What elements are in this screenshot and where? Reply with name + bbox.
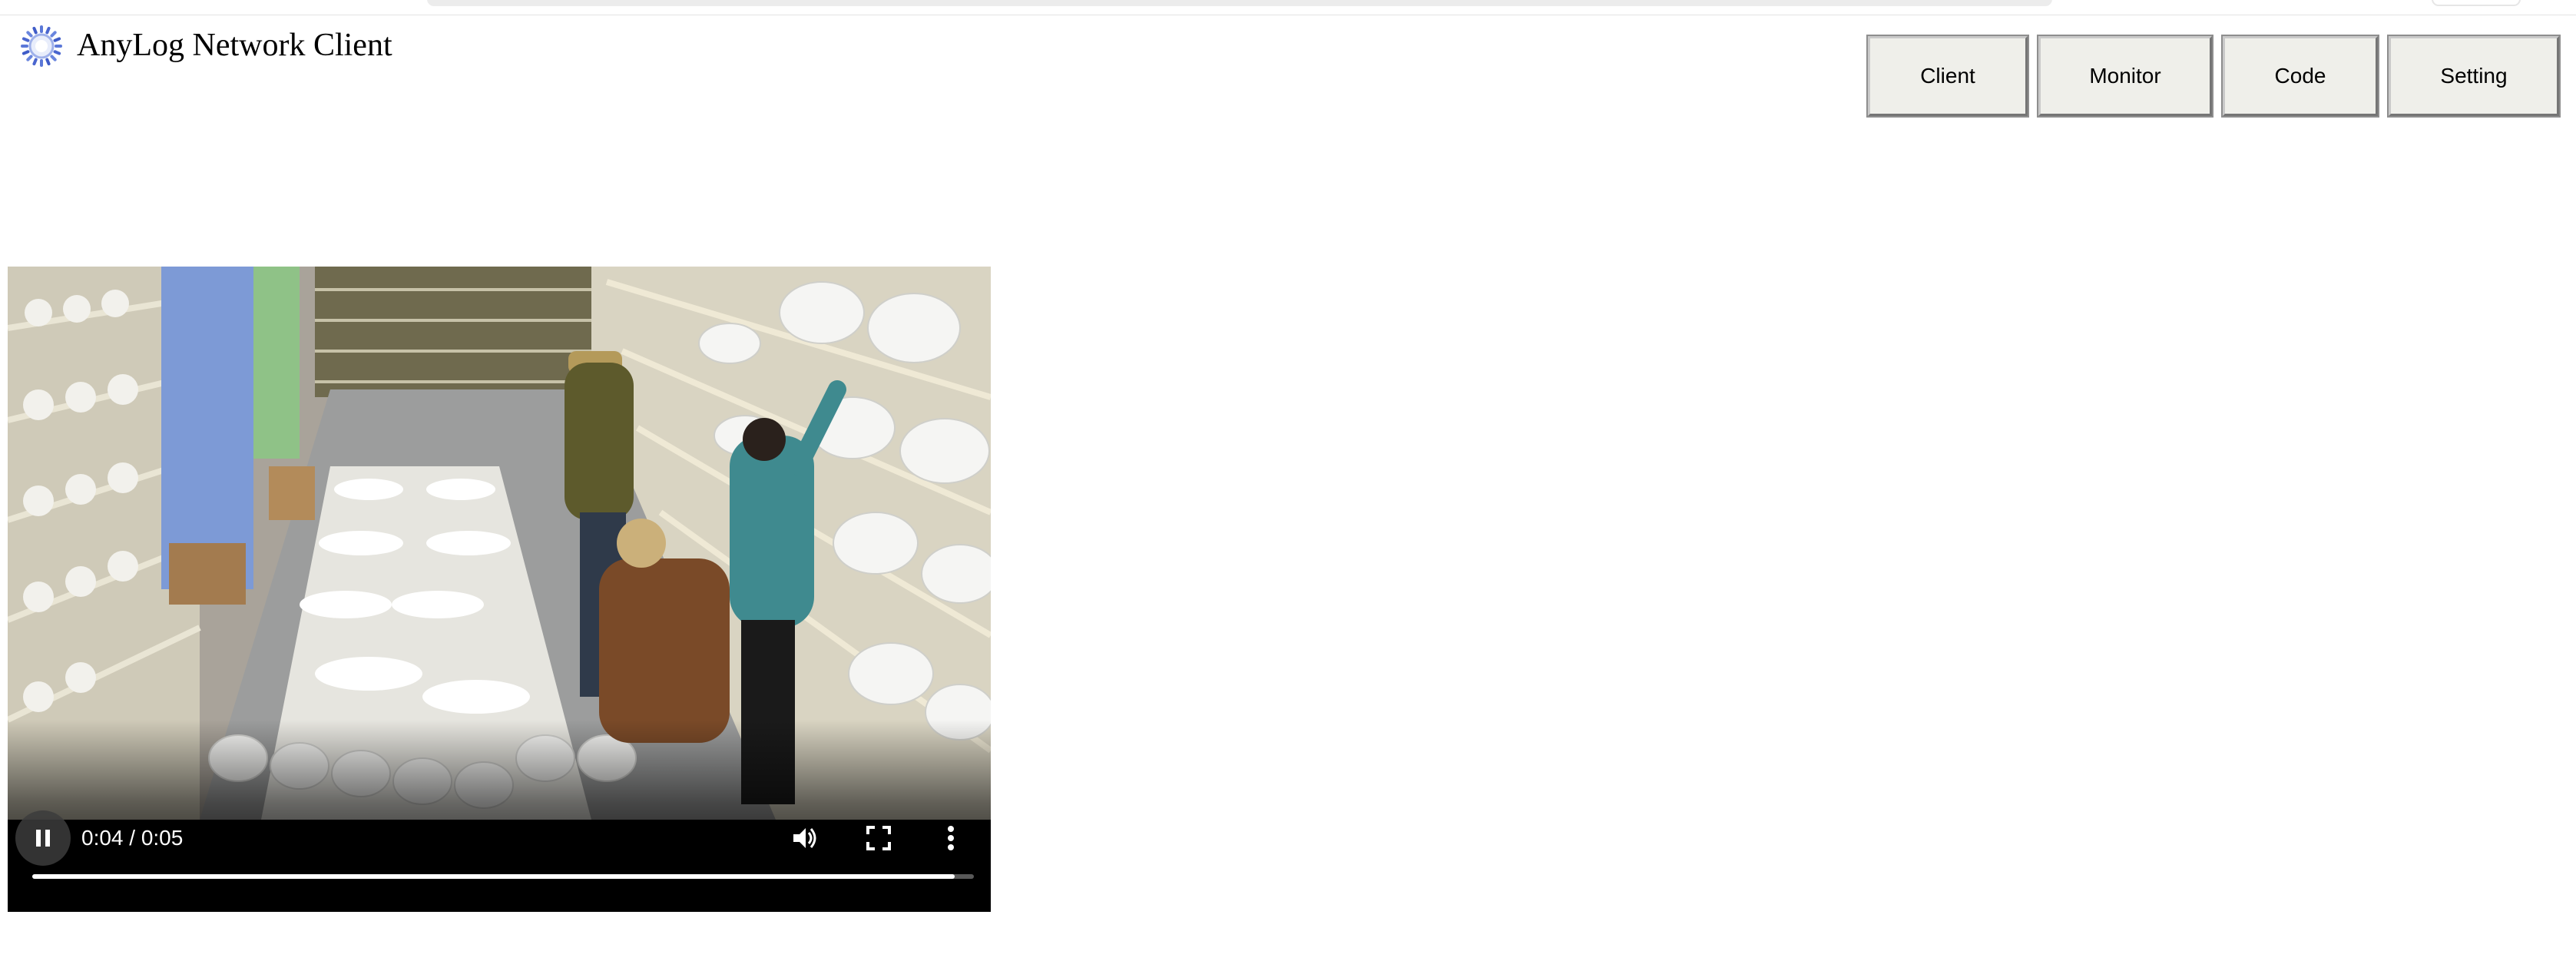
anylog-logo-icon xyxy=(20,25,63,68)
time-display: 0:04 / 0:05 xyxy=(81,826,184,850)
code-button[interactable]: Code xyxy=(2221,35,2379,118)
video-player[interactable]: 0:04 / 0:05 xyxy=(8,267,991,912)
setting-button[interactable]: Setting xyxy=(2387,35,2561,118)
address-bar[interactable] xyxy=(427,0,2052,6)
app-title: AnyLog Network Client xyxy=(77,28,392,63)
browser-toolbar-strip xyxy=(0,0,2576,15)
more-options-icon[interactable] xyxy=(932,820,969,857)
play-pause-button[interactable] xyxy=(15,810,71,866)
progress-fill xyxy=(32,874,955,879)
fullscreen-icon[interactable] xyxy=(860,820,897,857)
client-button[interactable]: Client xyxy=(1866,35,2029,118)
progress-bar[interactable] xyxy=(32,874,974,879)
browser-corner-button[interactable] xyxy=(2432,0,2521,6)
monitor-button[interactable]: Monitor xyxy=(2037,35,2213,118)
volume-icon[interactable] xyxy=(786,820,823,857)
pause-icon xyxy=(36,830,50,847)
